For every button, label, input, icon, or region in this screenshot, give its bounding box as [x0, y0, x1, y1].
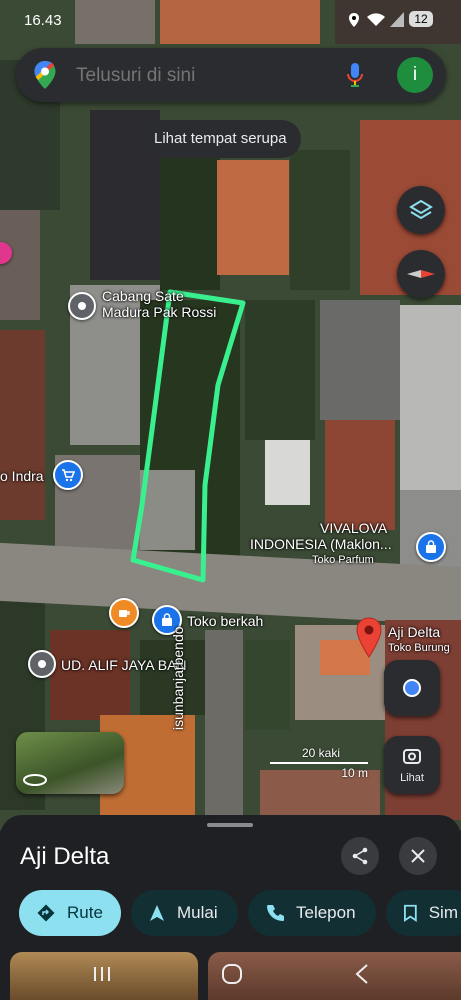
bookmark-icon	[404, 904, 417, 922]
map-label-line: Cabang Sate	[102, 288, 184, 304]
wifi-icon	[367, 13, 385, 26]
place-title: Aji Delta	[20, 843, 110, 870]
phone-icon	[267, 905, 284, 921]
scale-bar	[270, 762, 368, 764]
account-avatar[interactable]: i	[397, 57, 433, 93]
recent-apps-icon[interactable]	[92, 966, 112, 982]
map-label-aji-delta[interactable]: Aji Delta Toko Burung	[388, 624, 450, 656]
cafe-pin-icon[interactable]	[109, 598, 139, 628]
route-button[interactable]: Rute	[19, 890, 121, 936]
selected-place-pin-icon[interactable]	[355, 617, 383, 659]
share-button[interactable]	[341, 837, 379, 875]
place-pin-icon[interactable]	[28, 650, 56, 678]
street-view-thumbnail[interactable]	[16, 732, 124, 794]
map-label-street: isunbanjarbendo	[170, 626, 186, 730]
location-icon	[349, 13, 359, 27]
navigation-arrow-icon	[150, 905, 164, 921]
map-label-toko-indra[interactable]: o Indra	[0, 468, 44, 484]
layers-button[interactable]	[397, 186, 445, 234]
share-icon	[352, 847, 368, 865]
lens-button[interactable]: Lihat	[384, 736, 440, 794]
search-bar[interactable]: i	[16, 48, 446, 102]
map-label-line: INDONESIA (Maklon...	[250, 536, 392, 552]
status-time: 16.43	[24, 12, 62, 29]
call-button[interactable]: Telepon	[248, 890, 376, 936]
place-pin-icon[interactable]	[68, 292, 96, 320]
camera-lens-icon	[403, 749, 421, 764]
map-label-ud-alif[interactable]: UD. ALIF JAYA BAN	[61, 657, 187, 673]
status-bar: 16.43 12	[0, 0, 461, 40]
route-label: Rute	[67, 903, 103, 922]
save-label: Sim	[428, 903, 458, 922]
directions-icon	[37, 904, 55, 922]
save-button[interactable]: Sim	[386, 890, 461, 936]
layers-icon	[409, 199, 433, 220]
compass-button[interactable]	[397, 250, 445, 298]
search-input[interactable]	[74, 61, 338, 91]
rotate-360-icon	[23, 774, 47, 786]
compass-icon	[407, 270, 435, 278]
system-nav-bar	[0, 956, 461, 1000]
close-icon	[411, 849, 425, 863]
map-label-vivalova[interactable]: VIVALOVA INDONESIA (Maklon... Toko Parfu…	[250, 520, 392, 568]
map-label-line: VIVALOVA	[320, 520, 388, 536]
back-icon[interactable]	[355, 964, 369, 984]
call-label: Telepon	[296, 903, 356, 922]
map-label-category: Toko Parfum	[312, 554, 374, 566]
map-label-line: Madura Pak Rossi	[102, 304, 217, 320]
shopping-bag-pin-icon[interactable]	[416, 532, 446, 562]
scale-feet: 20 kaki	[301, 746, 340, 760]
similar-places-chip[interactable]: Lihat tempat serupa	[140, 120, 301, 158]
my-location-button[interactable]	[384, 660, 440, 716]
my-location-icon	[403, 679, 421, 697]
drag-handle[interactable]	[207, 823, 253, 827]
map-scale: 20 kaki 10 m	[270, 746, 370, 782]
microphone-icon[interactable]	[346, 62, 364, 88]
signal-icon	[390, 12, 404, 27]
map-label-cabang-sate[interactable]: Cabang Sate Madura Pak Rossi	[102, 288, 216, 320]
cart-pin-icon[interactable]	[53, 460, 83, 490]
battery-indicator: 12	[409, 11, 433, 27]
close-button[interactable]	[399, 837, 437, 875]
home-icon[interactable]	[221, 963, 243, 985]
map-label-line: Aji Delta	[388, 624, 441, 640]
maps-logo-icon	[34, 61, 56, 89]
start-label: Mulai	[177, 903, 218, 922]
lens-label: Lihat	[400, 772, 424, 784]
scale-meters: 10 m	[341, 766, 368, 780]
map-label-category: Toko Burung	[388, 642, 450, 654]
map-label-toko-berkah[interactable]: Toko berkah	[187, 613, 263, 629]
start-navigation-button[interactable]: Mulai	[131, 890, 238, 936]
